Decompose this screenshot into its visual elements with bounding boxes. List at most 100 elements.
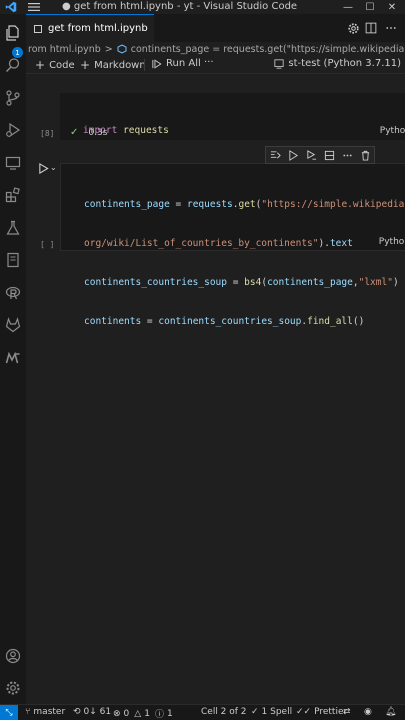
double-check-icon: ✓✓ <box>296 707 312 717</box>
cell-2-code[interactable]: continents_page = requests.get("https://… <box>84 172 405 354</box>
window-title: ● get from html.ipynb - yt - Visual Stud… <box>62 1 298 12</box>
code-token: continents <box>84 316 142 327</box>
code-token: ) <box>392 277 399 288</box>
notebook-editor: import requests from bs4 import Beautifu… <box>26 75 405 704</box>
testing-flask-icon[interactable] <box>4 219 22 237</box>
spell-status[interactable]: ✓ 1 Spell <box>251 707 292 717</box>
execute-below-icon[interactable] <box>304 148 318 162</box>
breadcrumb-symbol[interactable]: continents_page = requests.get("https://… <box>131 44 405 55</box>
vscode-logo-icon <box>5 1 17 13</box>
error-icon: ⊗ <box>113 708 121 719</box>
cell-2-execution-count: [ ] <box>40 240 55 249</box>
remote-explorer-icon[interactable] <box>4 154 22 172</box>
r-language-icon[interactable] <box>4 284 22 302</box>
kernel-label: st-test (Python 3.7.11) <box>288 58 401 69</box>
minimize-button[interactable]: — <box>338 0 358 14</box>
warning-count: 1 <box>144 708 150 719</box>
run-cell-icon[interactable] <box>38 162 50 175</box>
live-share-icon[interactable]: ⇄ <box>343 707 351 717</box>
split-editor-icon[interactable] <box>364 21 378 35</box>
extensions-icon[interactable] <box>4 186 22 204</box>
code-token: find_all <box>307 316 353 327</box>
add-code-cell-button[interactable]: + Code <box>35 58 75 72</box>
spell-check-icon: ✓ <box>251 707 259 717</box>
gear-icon[interactable] <box>346 21 360 35</box>
cell-more-icon[interactable] <box>340 148 354 162</box>
code-token: () <box>352 316 365 327</box>
more-actions-icon[interactable] <box>384 21 398 35</box>
code-token: continents_page <box>84 199 170 210</box>
code-token: ). <box>318 238 330 249</box>
source-control-icon[interactable] <box>4 89 22 107</box>
cell-language[interactable]: Python <box>380 126 405 136</box>
branch-status[interactable]: ⑂ master <box>25 707 65 717</box>
sync-icon: ⟲ <box>73 707 81 717</box>
settings-gear-icon[interactable] <box>4 679 22 697</box>
code-line: continents_page = requests.get("https://… <box>84 198 405 211</box>
problems-status[interactable]: ⊗ 0 △ 1 ⓘ 1 <box>113 707 173 720</box>
close-window-button[interactable]: ✕ <box>382 0 402 14</box>
toolbar-divider <box>144 59 145 71</box>
symbol-field-icon <box>117 44 127 54</box>
info-icon: ⓘ <box>154 710 164 720</box>
markdown-label: Markdown <box>94 59 146 71</box>
cell-language[interactable]: Python <box>379 237 405 247</box>
cell-position[interactable]: Cell 2 of 2 <box>201 707 247 717</box>
kernel-icon <box>274 58 285 69</box>
tab-bar: get from html.ipynb <box>26 14 405 42</box>
code-token: requests <box>123 125 169 136</box>
branch-name: master <box>33 707 66 717</box>
broadcast-icon[interactable]: ◉ <box>364 707 372 717</box>
sync-count: 0↓ 61 <box>83 707 112 717</box>
run-by-line-icon[interactable] <box>268 148 282 162</box>
notebook-icon[interactable] <box>4 251 22 269</box>
execute-above-icon[interactable] <box>286 148 300 162</box>
status-bar: ⤡ ⑂ master ⟲ 0↓ 61 ⊗ 0 △ 1 ⓘ 1 Cell 2 of… <box>0 704 405 720</box>
sync-status[interactable]: ⟲ 0↓ 61 <box>73 707 111 717</box>
gitlab-icon[interactable] <box>4 316 22 334</box>
notifications-bell-icon[interactable]: 🔔︎ <box>385 707 396 717</box>
kernel-picker[interactable]: st-test (Python 3.7.11) <box>274 58 401 69</box>
cell-1-status: ✓ 0.3s <box>70 127 107 138</box>
code-token: "lxml" <box>358 277 393 288</box>
run-all-button[interactable]: Run All <box>152 58 201 69</box>
breadcrumb-file[interactable]: rom html.ipynb <box>28 44 101 55</box>
code-line: org/wiki/List_of_countries_by_continents… <box>84 237 405 250</box>
info-count: 1 <box>166 708 173 719</box>
success-check-icon: ✓ <box>70 127 79 138</box>
code-cell-2[interactable]: continents_page = requests.get("https://… <box>60 163 405 327</box>
split-cell-icon[interactable] <box>322 148 336 162</box>
explorer-icon[interactable] <box>4 24 22 42</box>
maximize-button[interactable]: ☐ <box>360 0 380 14</box>
breadcrumb-separator: > <box>104 43 113 55</box>
code-line: import requests <box>83 124 289 137</box>
toolbar-more-button[interactable]: ··· <box>204 57 214 68</box>
prettier-status[interactable]: ✓✓ Prettier <box>296 707 347 717</box>
code-token: continents_countries_soup <box>84 277 227 288</box>
run-debug-icon[interactable] <box>4 121 22 139</box>
code-line: continents_countries_soup = bs4(continen… <box>84 276 405 289</box>
tab-label: get from html.ipynb <box>48 23 148 34</box>
code-token: continents_page <box>267 277 353 288</box>
code-token: continents_countries_soup <box>158 316 302 327</box>
code-line: continents = continents_countries_soup.f… <box>84 315 405 328</box>
account-icon[interactable] <box>4 647 22 665</box>
delete-cell-trash-icon[interactable] <box>358 148 372 162</box>
code-cell-1[interactable]: import requests from bs4 import Beautifu… <box>60 93 405 175</box>
add-markdown-cell-button[interactable]: + Markdown <box>80 58 146 72</box>
cell-1-duration: 0.3s <box>88 127 108 138</box>
search-icon[interactable] <box>4 56 22 74</box>
activity-bar: 1 <box>0 14 26 704</box>
code-token: = <box>169 199 187 210</box>
spell-label: 1 Spell <box>261 707 293 717</box>
plus-icon: + <box>35 58 46 72</box>
remote-indicator-icon[interactable]: ⤡ <box>0 705 18 720</box>
tab-get-from-html[interactable]: get from html.ipynb <box>26 14 154 42</box>
run-all-label: Run All <box>166 58 201 69</box>
code-token: org/wiki/List_of_countries_by_continents… <box>84 238 319 249</box>
code-token: get <box>238 199 256 210</box>
jupyter-m-icon[interactable] <box>4 349 22 367</box>
code-token: "https://simple.wikipedia. <box>261 199 405 210</box>
run-options-chevron-icon[interactable]: ⌄ <box>50 163 58 173</box>
hamburger-menu-icon[interactable] <box>28 2 40 12</box>
